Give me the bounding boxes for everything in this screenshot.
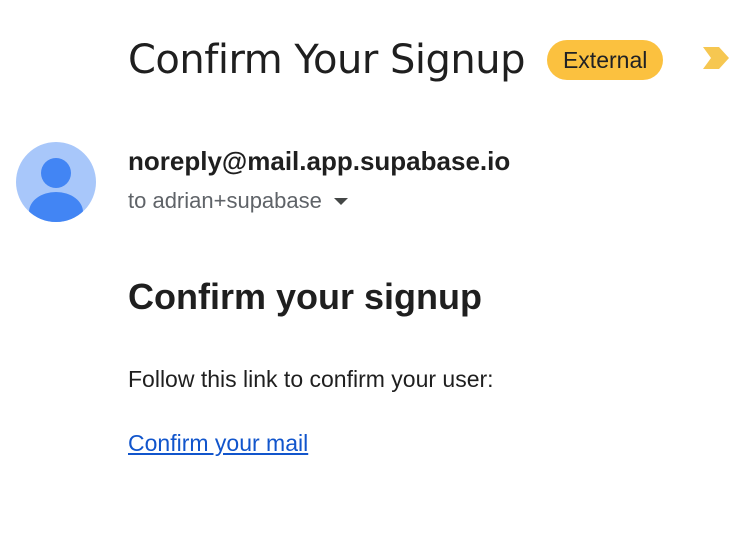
label-badge-external[interactable]: External	[546, 40, 664, 80]
person-avatar-icon[interactable]	[16, 142, 96, 222]
importance-marker-icon[interactable]	[703, 47, 729, 69]
email-subject: Confirm Your Signup	[128, 37, 525, 83]
recipient-row[interactable]: to adrian+supabase	[128, 188, 348, 214]
subject-row: Confirm Your Signup External	[128, 30, 664, 90]
avatar-silhouette-icon	[29, 158, 83, 222]
email-body-heading: Confirm your signup	[128, 276, 482, 317]
email-body-text: Follow this link to confirm your user:	[128, 366, 494, 392]
caret-down-icon[interactable]	[333, 197, 348, 205]
sender-address[interactable]: noreply@mail.app.supabase.io	[128, 146, 510, 177]
confirm-mail-link[interactable]: Confirm your mail	[128, 430, 308, 457]
recipient-text: to adrian+supabase	[128, 188, 322, 213]
